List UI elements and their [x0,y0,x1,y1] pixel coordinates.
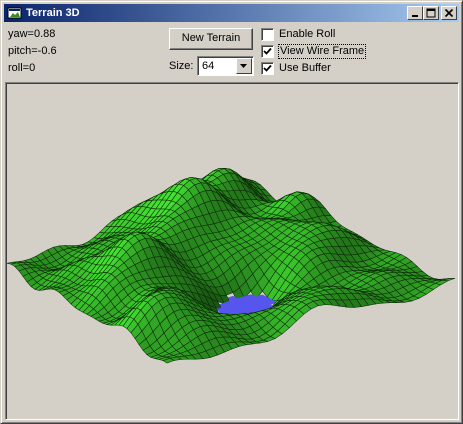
view-wire-frame-checkbox[interactable] [261,45,274,58]
size-dropdown-button[interactable] [236,58,252,74]
minimize-button[interactable] [407,6,423,20]
title-bar[interactable]: Terrain 3D [4,4,459,22]
window-title: Terrain 3D [26,7,80,19]
yaw-readout: yaw=0.88 [8,28,56,40]
terrain-viewport[interactable] [5,82,459,420]
close-button[interactable] [441,6,457,20]
view-wire-frame-label: View Wire Frame [277,44,367,59]
terrain-render[interactable] [7,84,457,418]
enable-roll-label: Enable Roll [279,28,336,40]
checkmark-icon [263,64,272,72]
app-icon [7,7,22,19]
checkmark-icon [263,47,272,55]
pitch-readout: pitch=-0.6 [8,45,57,57]
maximize-icon [426,8,436,18]
terrain-mesh [7,168,456,364]
use-buffer-checkbox[interactable] [261,62,274,75]
terrain-3d-window: Terrain 3D yaw=0.88 pitch=-0.6 roll=0 Ne… [0,0,463,424]
close-icon [444,8,454,18]
maximize-button[interactable] [423,6,439,20]
enable-roll-checkbox[interactable] [261,28,274,41]
size-select[interactable]: 64 [197,56,254,76]
chevron-down-icon [240,64,247,68]
size-value: 64 [202,60,215,72]
new-terrain-button[interactable]: New Terrain [169,28,253,50]
size-label: Size: [169,60,194,72]
roll-readout: roll=0 [8,62,36,74]
use-buffer-label: Use Buffer [279,62,331,74]
minimize-icon [412,15,418,17]
